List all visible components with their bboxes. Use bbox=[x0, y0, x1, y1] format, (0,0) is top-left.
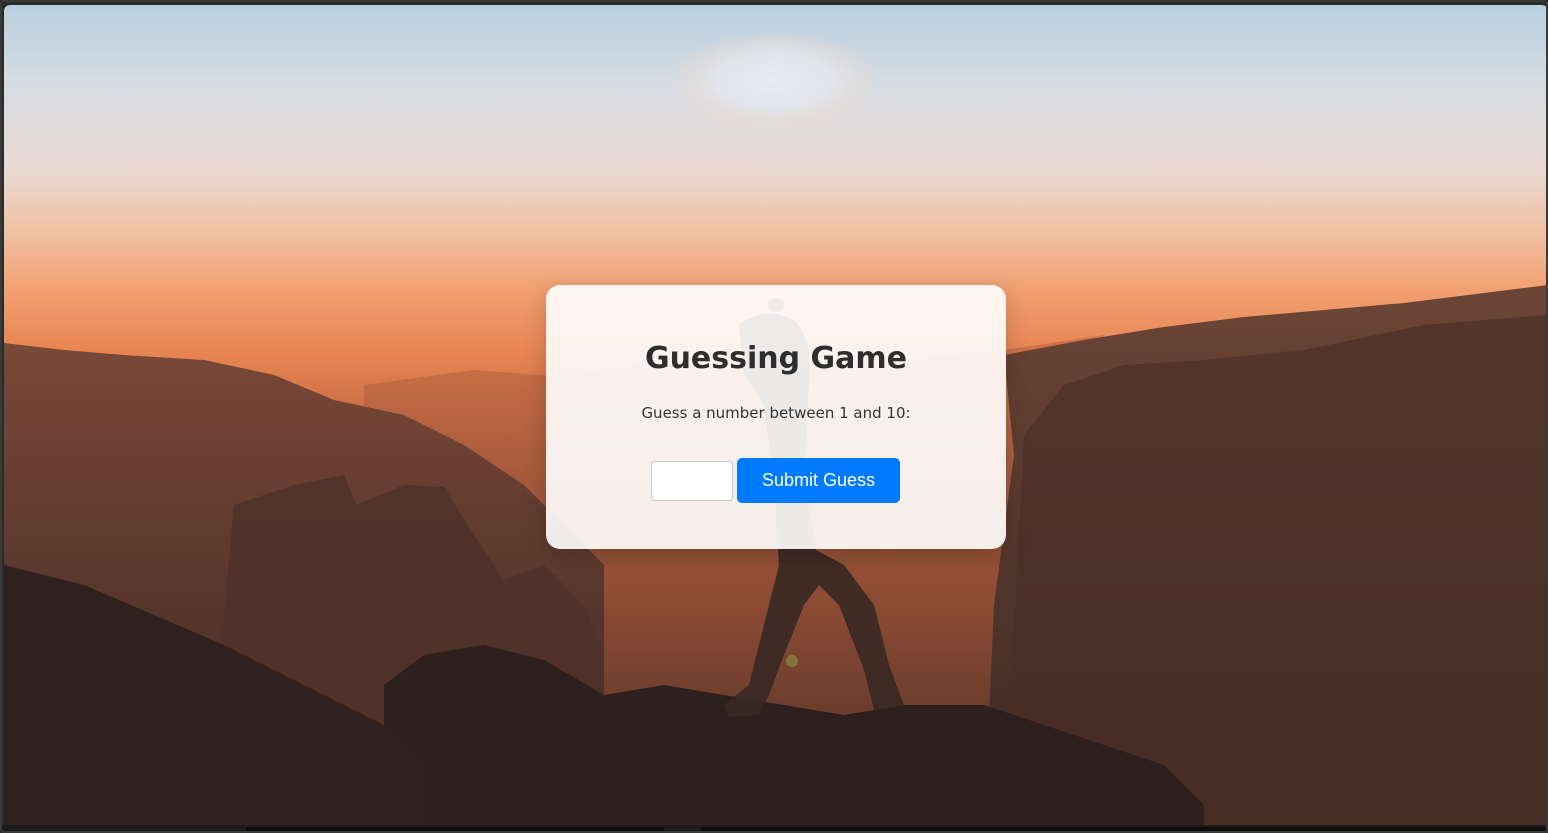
bottom-bar-segment bbox=[246, 827, 664, 831]
game-card: Guessing Game Guess a number between 1 a… bbox=[546, 285, 1006, 549]
browser-window: Guessing Game Guess a number between 1 a… bbox=[0, 0, 1548, 833]
window-bottom-bar bbox=[2, 825, 1546, 831]
submit-guess-button[interactable]: Submit Guess bbox=[737, 458, 900, 503]
guess-form: Submit Guess bbox=[651, 458, 900, 503]
guess-input[interactable] bbox=[651, 460, 733, 501]
game-prompt: Guess a number between 1 and 10: bbox=[641, 404, 911, 422]
game-title: Guessing Game bbox=[644, 341, 908, 376]
bottom-bar-segment bbox=[701, 827, 1546, 831]
